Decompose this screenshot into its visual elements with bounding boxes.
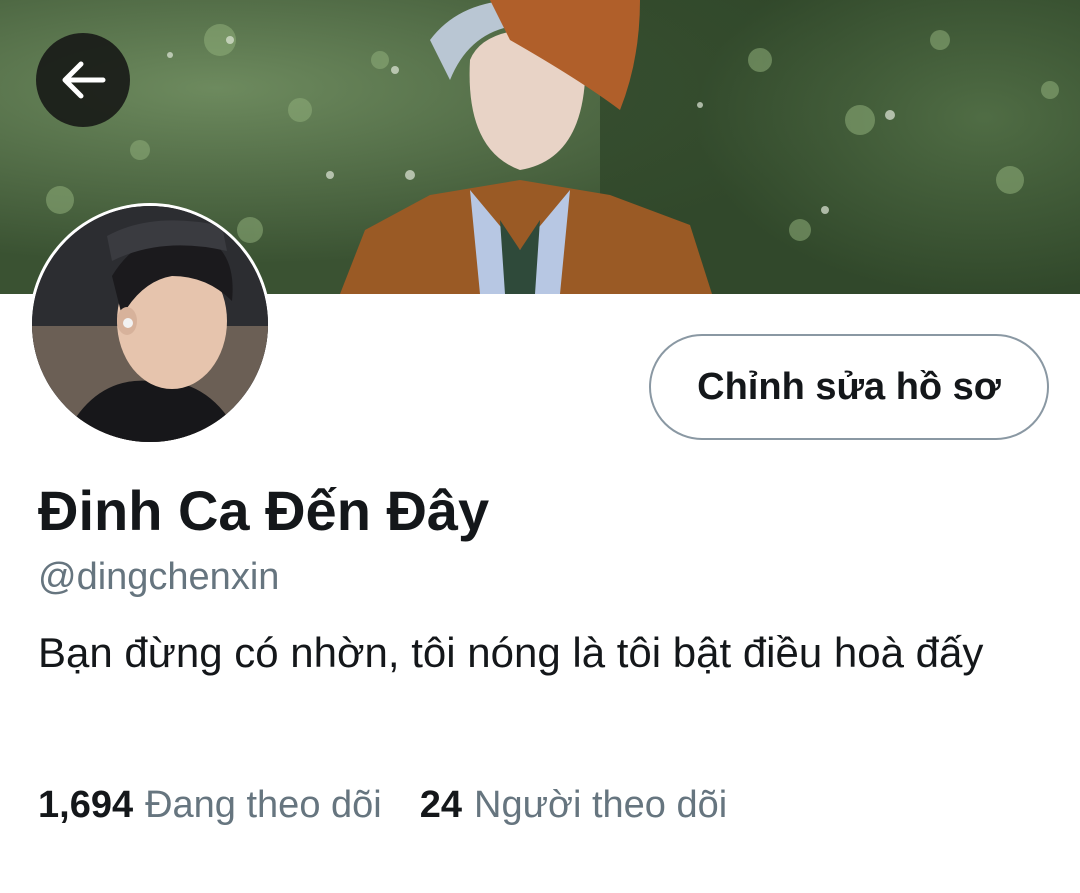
arrow-left-icon: [62, 61, 106, 99]
following-stat[interactable]: 1,694 Đang theo dõi: [38, 784, 382, 827]
following-label: Đang theo dõi: [145, 784, 382, 826]
profile-stats: 1,694 Đang theo dõi 24 Người theo dõi: [38, 784, 727, 827]
user-handle: @dingchenxin: [38, 556, 280, 598]
followers-stat[interactable]: 24 Người theo dõi: [420, 784, 727, 827]
profile-avatar[interactable]: [29, 203, 271, 445]
back-button[interactable]: [36, 33, 130, 127]
edit-profile-button[interactable]: Chỉnh sửa hồ sơ: [649, 334, 1049, 440]
profile-bio: Bạn đừng có nhờn, tôi nóng là tôi bật đi…: [38, 629, 984, 676]
edit-profile-label: Chỉnh sửa hồ sơ: [697, 365, 1001, 408]
followers-label: Người theo dõi: [474, 784, 728, 826]
following-count: 1,694: [38, 784, 134, 826]
followers-count: 24: [419, 784, 463, 826]
avatar-image: [32, 206, 268, 442]
display-name: Đinh Ca Đến Đây: [38, 479, 490, 542]
